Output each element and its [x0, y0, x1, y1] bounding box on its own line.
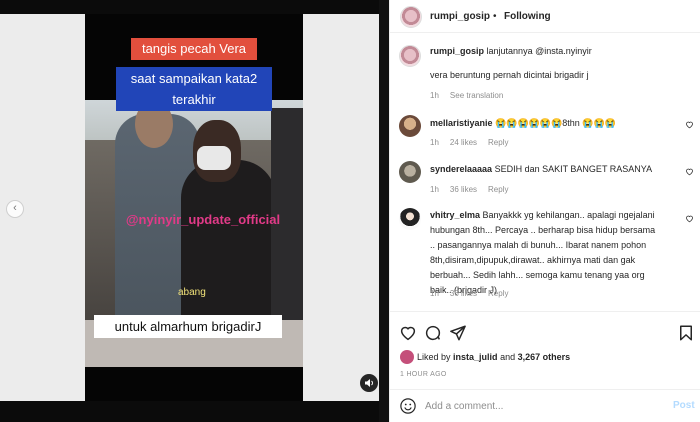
video-caption-top: tangis pecah Vera [131, 38, 257, 60]
post-sidebar: rumpi_gosip • Following rumpi_gosip lanj… [389, 0, 700, 422]
video-subtitle-small: abang [178, 287, 206, 298]
comment-body-line: berbuah... Sedih lahh... semoga kamu ten… [430, 270, 645, 280]
video-watermark: @nyinyir_update_official [125, 212, 281, 227]
header-separator: • [493, 11, 497, 22]
comment-username[interactable]: synderelaaaaa [430, 164, 492, 174]
liked-by-avatar[interactable] [400, 350, 414, 364]
save-bookmark-icon[interactable] [677, 324, 695, 342]
comment-bubble-icon[interactable] [424, 324, 442, 342]
liked-by-text[interactable]: Liked by insta_julid and 3,267 others [417, 352, 570, 362]
caption-meta: 1h See translation [430, 91, 514, 100]
see-translation-link[interactable]: See translation [450, 91, 503, 100]
caption-avatar[interactable] [399, 45, 421, 67]
add-comment-bar: Post [390, 389, 700, 422]
add-comment-input[interactable] [425, 399, 645, 413]
video-caption-bottom: untuk almarhum brigadirJ [94, 315, 282, 338]
liked-and: and [500, 352, 516, 362]
comment-likes[interactable]: 36 likes [450, 289, 477, 298]
comment-body-line: .. pasangannya malah di bunuh... Ibarat … [430, 240, 647, 250]
speaker-icon [365, 379, 373, 387]
video-caption-middle-line2: terakhir [172, 92, 216, 107]
liked-user[interactable]: insta_julid [453, 352, 498, 362]
liked-prefix: Liked by [417, 352, 451, 362]
comment-reply-button[interactable]: Reply [488, 138, 508, 147]
comment-username[interactable]: vhitry_elma [430, 210, 480, 220]
comment-body: 😭😭😭😭😭😭8thn 😭😭😭 [495, 118, 616, 128]
comment-avatar[interactable] [399, 161, 421, 183]
comment-time[interactable]: 1h [430, 138, 439, 147]
liked-count[interactable]: 3,267 others [518, 352, 571, 362]
share-paper-plane-icon[interactable] [449, 324, 467, 342]
comment-likes[interactable]: 24 likes [450, 138, 477, 147]
comment-like-heart-icon[interactable] [685, 167, 694, 176]
scene-mask [197, 146, 231, 170]
comments-list: rumpi_gosip lanjutannya @insta.nyinyir v… [390, 33, 700, 311]
media-right-background [303, 14, 389, 401]
media-edge [379, 0, 389, 422]
comment-reply-button[interactable]: Reply [488, 185, 508, 194]
caption-text-line1: lanjutannya @insta.nyinyir [486, 46, 592, 56]
comment-body-line: 8th,disiram,dipupuk,dirawat.. akhirnya m… [430, 255, 636, 265]
post-comment-button[interactable]: Post [673, 400, 695, 411]
comment-meta: 1h 24 likes Reply [430, 138, 519, 147]
comment-username[interactable]: mellaristiyanie [430, 118, 493, 128]
comment-text: synderelaaaaa SEDIH dan SAKIT BANGET RAS… [430, 162, 652, 177]
comment-time[interactable]: 1h [430, 289, 439, 298]
comment-reply-button[interactable]: Reply [488, 289, 508, 298]
comment-avatar[interactable] [399, 208, 421, 230]
post-header: rumpi_gosip • Following [390, 0, 700, 33]
mute-button[interactable] [360, 374, 378, 392]
following-button[interactable]: Following [504, 11, 551, 22]
comment-meta: 1h 36 likes Reply [430, 185, 519, 194]
comment-text: mellaristiyanie 😭😭😭😭😭😭8thn 😭😭😭 [430, 116, 616, 131]
video-caption-middle: saat sampaikan kata2 terakhir [116, 67, 272, 111]
comment-meta: 1h 36 likes Reply [430, 289, 519, 298]
media-top-bar [0, 0, 389, 14]
comment-text: vhitry_elma Banyakkk yg kehilangan.. apa… [430, 208, 692, 223]
comment-likes[interactable]: 36 likes [450, 185, 477, 194]
comment-body-line: Banyakkk yg kehilangan.. apalagi ngejala… [482, 210, 655, 220]
post-actions: Liked by insta_julid and 3,267 others 1 … [390, 311, 700, 389]
like-heart-icon[interactable] [399, 324, 417, 342]
author-avatar[interactable] [400, 6, 422, 28]
comment-avatar[interactable] [399, 115, 421, 137]
comment-body-line: hubungan 8th... Percaya .. berharap bisa… [430, 225, 656, 235]
author-username[interactable]: rumpi_gosip [430, 11, 490, 22]
comment-body: SEDIH dan SAKIT BANGET RASANYA [494, 164, 653, 174]
caption-username[interactable]: rumpi_gosip [430, 46, 484, 56]
video-caption-middle-line1: saat sampaikan kata2 [130, 71, 258, 86]
comment-like-heart-icon[interactable] [685, 214, 694, 223]
caption-text-line2: vera beruntung pernah dicintai brigadir … [430, 70, 589, 80]
comment-like-heart-icon[interactable] [685, 120, 694, 129]
emoji-smiley-icon[interactable] [399, 397, 417, 415]
caption-time[interactable]: 1h [430, 91, 439, 100]
previous-arrow-icon[interactable]: ‹ [6, 200, 24, 218]
media-bottom-bar [0, 401, 389, 422]
comment-time[interactable]: 1h [430, 185, 439, 194]
post-date[interactable]: 1 HOUR AGO [400, 371, 447, 378]
instagram-post-view: tangis pecah Vera saat sampaikan kata2 t… [0, 0, 700, 422]
caption-text: rumpi_gosip lanjutannya @insta.nyinyir [430, 44, 592, 59]
media-panel: tangis pecah Vera saat sampaikan kata2 t… [0, 0, 389, 422]
